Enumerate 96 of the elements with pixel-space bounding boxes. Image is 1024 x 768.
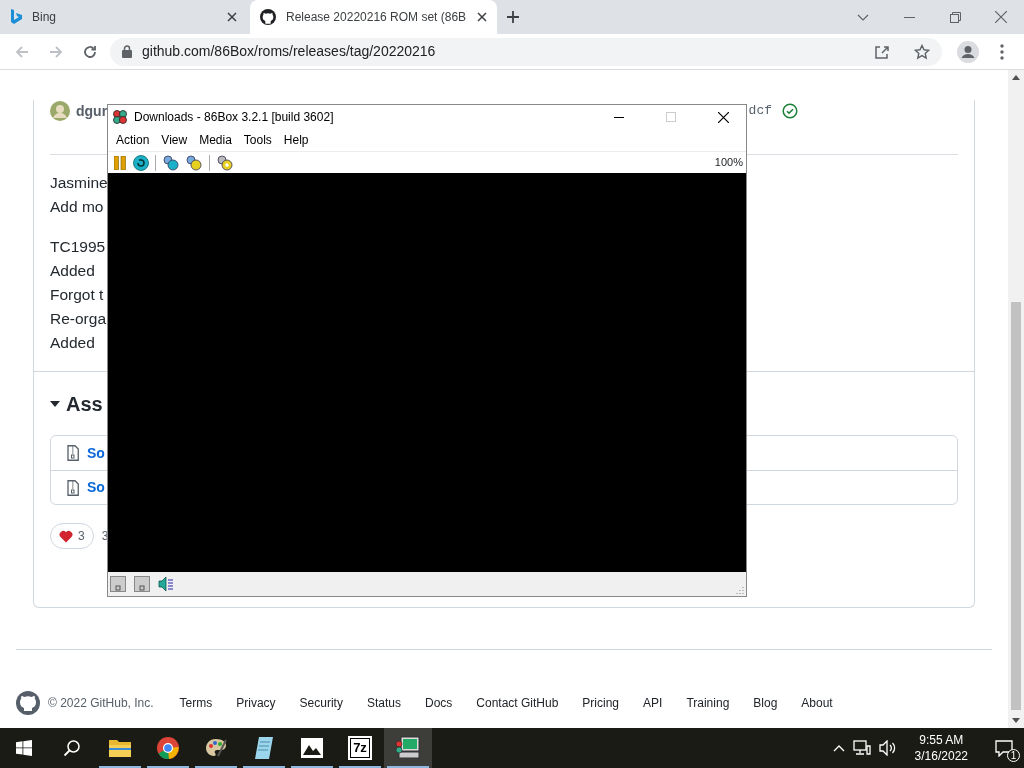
- reset-button[interactable]: [132, 153, 150, 172]
- circles-icon: [162, 154, 180, 171]
- scrollbar-thumb[interactable]: [1011, 302, 1021, 710]
- arrow-right-icon: [48, 43, 64, 60]
- menu-item[interactable]: Action: [110, 131, 156, 149]
- close-icon: [227, 12, 237, 22]
- verified-check-icon: [782, 103, 798, 119]
- menu-item[interactable]: Media: [193, 131, 238, 149]
- bing-logo-icon: [10, 9, 22, 25]
- browser-tab[interactable]: Bing: [0, 0, 247, 34]
- plus-icon: [506, 10, 520, 24]
- footer-link[interactable]: Contact GitHub: [476, 694, 559, 712]
- zip-file-icon: [67, 445, 79, 461]
- notification-button[interactable]: 1: [984, 728, 1024, 768]
- scroll-up-icon[interactable]: [1012, 75, 1020, 80]
- asset-link[interactable]: So: [87, 477, 105, 498]
- heart-reaction-button[interactable]: 3: [50, 523, 94, 549]
- minimize-icon: [903, 16, 915, 18]
- copyright-text: © 2022 GitHub, Inc.: [48, 695, 154, 712]
- resize-grip-icon[interactable]: [736, 586, 744, 594]
- note-line: Added: [50, 261, 96, 281]
- footer-link[interactable]: Security: [299, 694, 343, 712]
- search-icon: [63, 739, 81, 757]
- app-logo-icon: [112, 109, 128, 125]
- commit-link[interactable]: dcf: [748, 101, 772, 121]
- computer-taskbar-button[interactable]: [384, 728, 432, 768]
- footer-link[interactable]: Status: [366, 694, 401, 712]
- archive-button-taskbar-button[interactable]: 7z: [336, 728, 384, 768]
- footer-link[interactable]: About: [801, 694, 833, 712]
- scroll-down-icon[interactable]: [1012, 718, 1020, 723]
- zip-file-icon: [67, 479, 79, 496]
- url-text: github.com/86Box/roms/releases/tag/20220216: [142, 42, 437, 61]
- computer-icon: [395, 736, 421, 760]
- note-line: Re-orga: [50, 309, 107, 329]
- footer-link[interactable]: Privacy: [236, 694, 276, 712]
- reload-icon: [82, 43, 98, 60]
- address-bar[interactable]: github.com/86Box/roms/releases/tag/20220216: [110, 37, 942, 66]
- arrow-left-icon: [14, 43, 30, 60]
- tab-close-button[interactable]: [227, 12, 237, 22]
- message-icon: [995, 739, 1013, 757]
- folder-icon: [108, 738, 132, 758]
- github-logo-icon: [260, 9, 276, 25]
- close-icon: [477, 12, 487, 22]
- note-line: Forgot t: [50, 285, 105, 305]
- footer-link[interactable]: Training: [686, 694, 730, 712]
- menu-item[interactable]: Tools: [237, 131, 278, 149]
- caret-icon[interactable]: [50, 399, 60, 409]
- footer-link[interactable]: Docs: [424, 694, 453, 712]
- close-icon: [995, 11, 1007, 23]
- browser-icon: [156, 736, 180, 760]
- speaker-icon[interactable]: [158, 576, 174, 592]
- asset-link[interactable]: So: [87, 442, 105, 464]
- heart-icon: [59, 529, 73, 543]
- menu-item[interactable]: Help: [277, 131, 315, 149]
- avatar-icon: [50, 101, 70, 121]
- tab-title: Release 20220216 ROM set (86B: [286, 9, 467, 26]
- ctrl-alt-esc-button[interactable]: [184, 153, 204, 172]
- pause-icon: [114, 155, 126, 170]
- assets-heading: Ass: [66, 392, 103, 417]
- share-icon[interactable]: [874, 43, 890, 60]
- lock-icon: [122, 45, 132, 58]
- network-icon[interactable]: [852, 740, 871, 756]
- kebab-menu-icon: [1000, 43, 1004, 60]
- scrollbar[interactable]: [1008, 70, 1024, 728]
- ctrl-alt-del-button[interactable]: [161, 153, 181, 172]
- footer-link[interactable]: Pricing: [582, 694, 620, 712]
- window-title: Downloads - 86Box 3.2.1 [build 3602]: [134, 109, 335, 126]
- chevron-up-icon[interactable]: [832, 744, 845, 752]
- star-icon[interactable]: [914, 43, 930, 60]
- footer-link[interactable]: Blog: [753, 694, 778, 712]
- note-line: TC1995: [50, 237, 107, 257]
- maximize-icon: [666, 112, 676, 122]
- zoom-level: 100%: [714, 155, 743, 171]
- note-line: Added: [50, 333, 96, 353]
- restore-icon: [949, 11, 961, 23]
- notepad-icon: [253, 736, 275, 760]
- footer-link[interactable]: Terms: [179, 694, 213, 712]
- clock[interactable]: 9:55 AM 3/16/2022: [906, 732, 976, 764]
- browser-tab[interactable]: Release 20220216 ROM set (86B: [250, 0, 497, 34]
- menu-item[interactable]: View: [155, 131, 194, 149]
- author-link[interactable]: dgur: [76, 100, 108, 122]
- note-line: Add mo: [50, 197, 105, 217]
- reset-icon: [133, 154, 149, 171]
- minimize-icon: [614, 116, 624, 118]
- tab-close-button[interactable]: [477, 12, 487, 22]
- windows-logo-icon: [16, 740, 32, 756]
- close-icon: [717, 111, 729, 123]
- tab-title: Bing: [32, 9, 58, 26]
- person-icon: [957, 40, 979, 63]
- chevron-down-icon: [857, 13, 869, 21]
- note-line: Jasmine: [50, 173, 109, 193]
- mountain-picture-icon: [300, 737, 324, 759]
- circles-icon: [185, 154, 203, 171]
- settings-button[interactable]: [215, 153, 235, 172]
- footer-link[interactable]: API: [643, 694, 663, 712]
- github-logo-icon[interactable]: [16, 691, 40, 715]
